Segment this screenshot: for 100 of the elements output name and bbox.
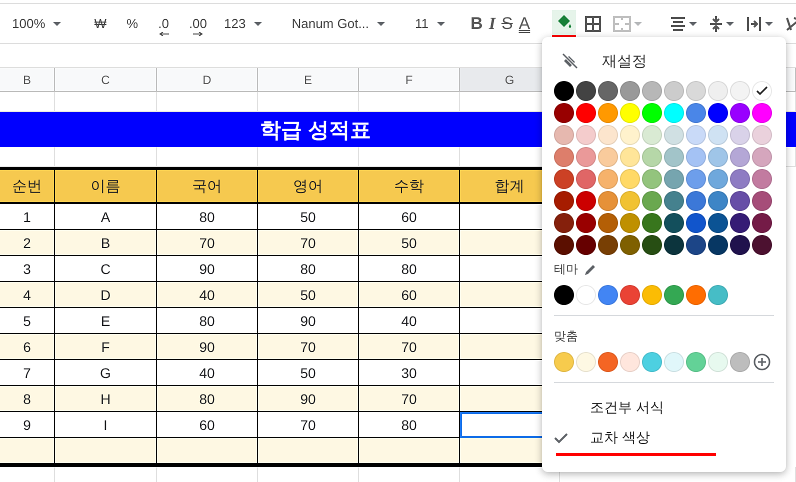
color-swatch[interactable] — [642, 352, 662, 372]
color-swatch[interactable] — [752, 103, 772, 123]
color-swatch[interactable] — [554, 81, 574, 101]
color-swatch[interactable] — [708, 235, 728, 255]
color-swatch[interactable] — [664, 213, 684, 233]
color-swatch[interactable] — [730, 235, 750, 255]
color-swatch[interactable] — [620, 125, 640, 145]
grid-cell[interactable] — [55, 147, 157, 167]
color-swatch[interactable] — [576, 352, 596, 372]
color-swatch[interactable] — [554, 147, 574, 167]
color-swatch[interactable] — [598, 285, 618, 305]
column-header[interactable]: D — [157, 68, 258, 92]
bold-button[interactable]: B — [470, 10, 483, 38]
color-swatch[interactable] — [620, 191, 640, 211]
color-swatch[interactable] — [598, 235, 618, 255]
color-swatch[interactable] — [664, 169, 684, 189]
toolbar-dropdown[interactable]: 100% — [8, 10, 66, 38]
toolbar-dropdown[interactable]: 123 — [220, 10, 266, 38]
color-swatch[interactable] — [598, 147, 618, 167]
text-color-button[interactable]: A — [518, 10, 530, 38]
color-swatch[interactable] — [686, 125, 706, 145]
color-swatch[interactable] — [620, 81, 640, 101]
color-swatch[interactable] — [664, 81, 684, 101]
grid-cell[interactable] — [157, 147, 258, 167]
color-swatch[interactable] — [598, 169, 618, 189]
color-swatch[interactable] — [576, 125, 596, 145]
color-swatch[interactable] — [664, 147, 684, 167]
color-swatch[interactable] — [598, 213, 618, 233]
color-swatch[interactable] — [598, 191, 618, 211]
grid-cell[interactable] — [0, 147, 55, 167]
color-swatch[interactable] — [708, 191, 728, 211]
color-swatch[interactable] — [620, 147, 640, 167]
color-swatch[interactable] — [554, 235, 574, 255]
color-swatch[interactable] — [686, 235, 706, 255]
color-swatch[interactable] — [554, 352, 574, 372]
color-swatch[interactable] — [752, 81, 772, 101]
color-swatch[interactable] — [576, 213, 596, 233]
color-swatch[interactable] — [730, 191, 750, 211]
grid-cell[interactable] — [359, 147, 460, 167]
color-swatch[interactable] — [554, 213, 574, 233]
color-swatch[interactable] — [752, 147, 772, 167]
color-swatch[interactable] — [576, 169, 596, 189]
color-swatch[interactable] — [664, 235, 684, 255]
column-header[interactable]: E — [258, 68, 359, 92]
color-swatch[interactable] — [576, 147, 596, 167]
color-swatch[interactable] — [730, 169, 750, 189]
color-swatch[interactable] — [730, 213, 750, 233]
pencil-icon[interactable] — [584, 262, 597, 276]
color-swatch[interactable] — [730, 81, 750, 101]
color-swatch[interactable] — [642, 235, 662, 255]
strikethrough-button[interactable]: S — [501, 10, 513, 38]
color-swatch[interactable] — [752, 213, 772, 233]
color-swatch[interactable] — [686, 169, 706, 189]
color-swatch[interactable] — [708, 81, 728, 101]
color-swatch[interactable] — [576, 191, 596, 211]
color-swatch[interactable] — [554, 103, 574, 123]
color-swatch[interactable] — [752, 125, 772, 145]
column-header[interactable]: F — [359, 68, 460, 92]
color-swatch[interactable] — [642, 125, 662, 145]
color-swatch[interactable] — [686, 103, 706, 123]
color-swatch[interactable] — [642, 81, 662, 101]
color-swatch[interactable] — [664, 103, 684, 123]
format-button[interactable]: % — [120, 10, 146, 38]
color-swatch[interactable] — [598, 81, 618, 101]
column-header[interactable]: C — [55, 68, 157, 92]
color-swatch[interactable] — [642, 147, 662, 167]
color-swatch[interactable] — [554, 285, 574, 305]
color-swatch[interactable] — [642, 285, 662, 305]
color-swatch[interactable] — [620, 213, 640, 233]
color-swatch[interactable] — [664, 125, 684, 145]
color-swatch[interactable] — [620, 235, 640, 255]
color-swatch[interactable] — [708, 125, 728, 145]
color-swatch[interactable] — [664, 352, 684, 372]
menu-item[interactable]: 조건부 서식 — [554, 393, 786, 423]
color-swatch[interactable] — [708, 285, 728, 305]
color-swatch[interactable] — [686, 81, 706, 101]
color-swatch[interactable] — [686, 191, 706, 211]
color-swatch[interactable] — [620, 103, 640, 123]
italic-button[interactable]: I — [488, 10, 496, 38]
color-swatch[interactable] — [576, 81, 596, 101]
color-swatch[interactable] — [752, 191, 772, 211]
color-swatch[interactable] — [642, 213, 662, 233]
color-swatch[interactable] — [730, 125, 750, 145]
format-button[interactable]: ₩ — [87, 10, 114, 38]
color-swatch[interactable] — [642, 169, 662, 189]
fill-color-button[interactable] — [552, 10, 576, 38]
decimal-button[interactable]: .0 — [151, 10, 176, 38]
color-swatch[interactable] — [642, 191, 662, 211]
color-swatch[interactable] — [752, 235, 772, 255]
color-swatch[interactable] — [620, 169, 640, 189]
color-swatch[interactable] — [708, 103, 728, 123]
color-swatch[interactable] — [686, 285, 706, 305]
color-swatch[interactable] — [686, 213, 706, 233]
color-swatch[interactable] — [664, 191, 684, 211]
column-header[interactable]: B — [0, 68, 55, 92]
color-swatch[interactable] — [598, 352, 618, 372]
color-swatch[interactable] — [708, 213, 728, 233]
toolbar-dropdown[interactable]: Nanum Got... — [288, 10, 390, 38]
menu-item[interactable]: 교차 색상 — [554, 423, 786, 453]
color-swatch[interactable] — [642, 103, 662, 123]
